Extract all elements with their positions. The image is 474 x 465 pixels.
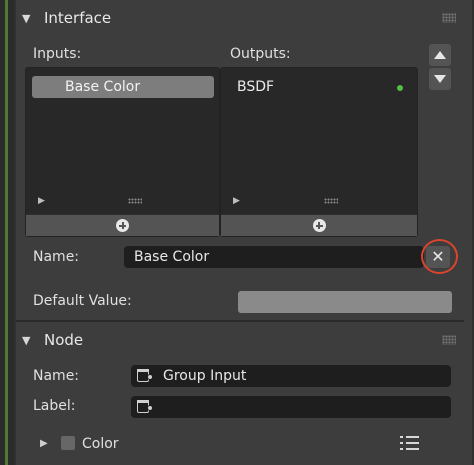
outputs-label: Outputs: [230, 46, 291, 62]
collapse-triangle-icon[interactable]: ▼ [22, 12, 38, 25]
node-name-label: Name: [33, 368, 80, 384]
triangle-up-icon [434, 51, 446, 59]
expand-triangle-icon[interactable]: ▶ [38, 196, 45, 206]
drag-grip-icon[interactable] [442, 335, 456, 345]
add-input-button[interactable] [26, 214, 219, 236]
move-up-button[interactable] [429, 44, 451, 66]
node-name-value: Group Input [163, 368, 247, 384]
add-output-button[interactable] [221, 214, 417, 236]
node-frame-edge [5, 0, 8, 465]
add-icon [312, 219, 326, 232]
socket-dot-icon [397, 85, 403, 91]
properties-sidebar: ▼ Interface Inputs: Outputs: Base Color … [0, 0, 474, 465]
expand-triangle-icon[interactable]: ▶ [40, 438, 48, 449]
interface-panel-title: Interface [44, 9, 112, 27]
highlight-ring [421, 239, 458, 274]
inputs-list[interactable]: Base Color ▶ [25, 67, 220, 237]
socket-name-label: Name: [33, 249, 80, 265]
move-down-button[interactable] [429, 68, 451, 90]
outputs-list[interactable]: BSDF ▶ [220, 67, 418, 237]
node-icon [137, 400, 153, 414]
drag-grip-icon[interactable] [442, 13, 456, 23]
default-value-label: Default Value: [33, 293, 132, 309]
default-value-color-swatch[interactable] [238, 291, 452, 313]
list-resize-grip-icon[interactable] [128, 198, 142, 204]
socket-name-field[interactable]: Base Color [124, 246, 424, 268]
node-panel-title: Node [44, 331, 84, 349]
input-socket-item[interactable]: Base Color [32, 76, 214, 98]
add-icon [116, 219, 129, 232]
socket-name-value: Base Color [134, 249, 210, 265]
node-label-field[interactable] [131, 396, 451, 418]
interface-panel-header[interactable]: ▼ Interface [16, 0, 464, 36]
node-label-label: Label: [33, 398, 76, 414]
node-panel-header[interactable]: ▼ Node [16, 322, 464, 358]
color-checkbox[interactable] [61, 436, 75, 450]
expand-triangle-icon[interactable]: ▶ [233, 196, 240, 206]
list-resize-grip-icon[interactable] [324, 198, 338, 204]
node-icon [137, 369, 153, 383]
presets-list-icon[interactable] [400, 434, 420, 452]
output-socket-name[interactable]: BSDF [237, 79, 274, 95]
node-editor-edge [0, 0, 14, 465]
triangle-down-icon [434, 75, 446, 83]
input-socket-name: Base Color [65, 79, 141, 95]
node-name-field[interactable]: Group Input [131, 365, 451, 387]
color-label: Color [82, 436, 119, 452]
collapse-triangle-icon[interactable]: ▼ [22, 334, 38, 347]
inputs-label: Inputs: [33, 46, 82, 62]
